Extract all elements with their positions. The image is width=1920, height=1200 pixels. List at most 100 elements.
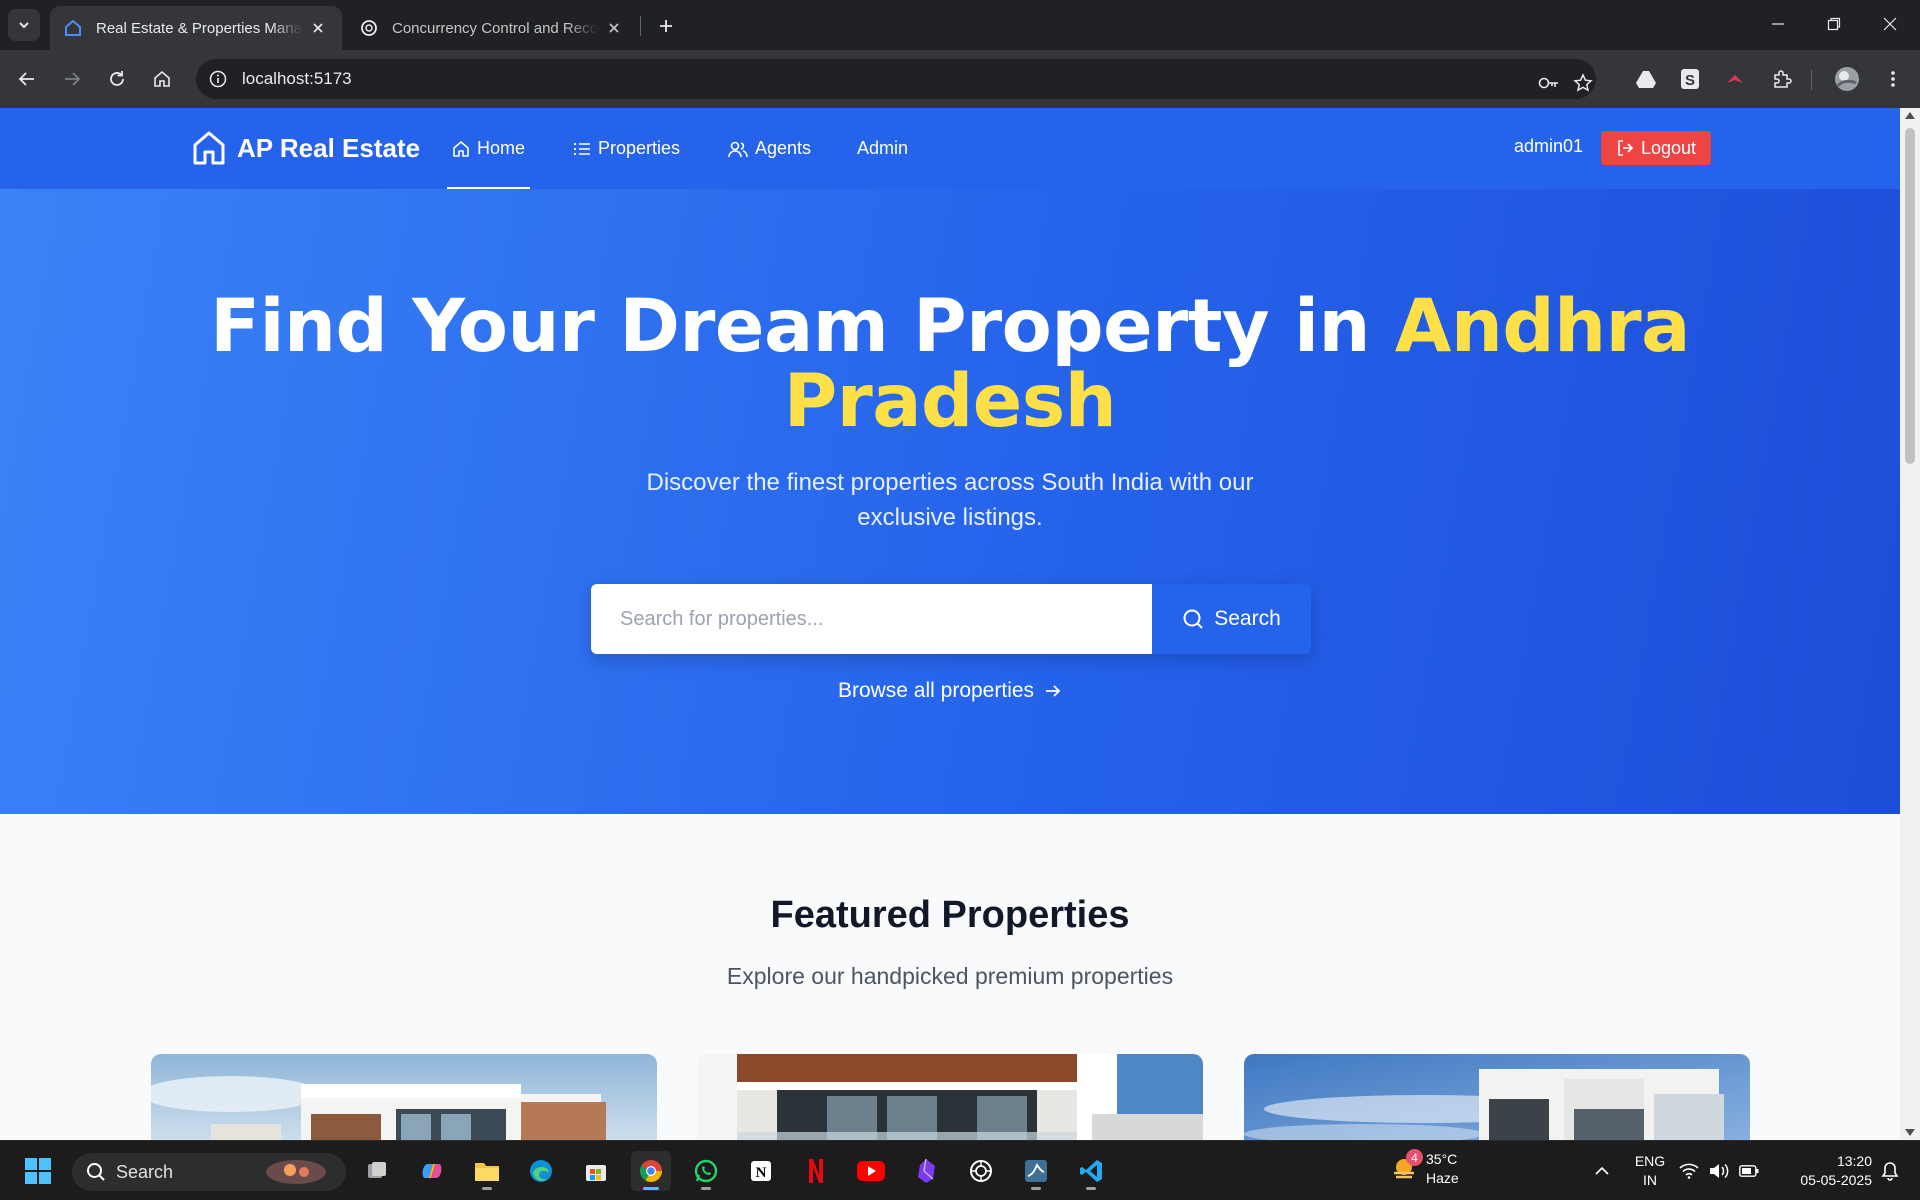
nav-admin-label: Admin	[857, 138, 909, 158]
tab-title: Real Estate & Properties Management	[96, 19, 302, 37]
extension-bird-icon[interactable]	[1720, 64, 1750, 94]
house-logo-icon	[193, 131, 225, 165]
chrome-icon[interactable]	[631, 1151, 671, 1191]
running-indicator	[482, 1187, 492, 1190]
toolbar-separator	[1811, 70, 1812, 90]
close-window-button[interactable]	[1862, 0, 1918, 48]
restore-icon	[1827, 17, 1841, 31]
nav-agents-label: Agents	[755, 138, 812, 158]
quick-settings-button[interactable]	[1677, 1151, 1761, 1191]
back-button[interactable]	[12, 64, 42, 94]
clock-time: 13:20	[1836, 1153, 1872, 1169]
netflix-icon[interactable]	[796, 1151, 836, 1191]
hero-title-highlight: Pradesh	[783, 359, 1117, 444]
list-icon	[573, 142, 590, 155]
notion-icon[interactable]: N	[741, 1151, 781, 1191]
logout-icon	[1618, 140, 1634, 156]
copilot-icon[interactable]	[412, 1151, 452, 1191]
search-button[interactable]: Search	[1152, 584, 1311, 654]
arrow-left-icon	[18, 72, 34, 86]
hero-subtitle: Discover the finest properties across So…	[646, 469, 1254, 531]
svg-text:S: S	[1685, 72, 1695, 89]
address-bar[interactable]: localhost:5173	[196, 59, 1596, 99]
weather-widget[interactable]: 4 35°C Haze	[1390, 1149, 1459, 1188]
wifi-icon	[1679, 1163, 1699, 1179]
browse-all-properties-link[interactable]: Browse all properties	[0, 679, 1900, 703]
taskbar-search-label: Search	[116, 1161, 174, 1182]
notifications-bell-icon[interactable]	[1875, 1151, 1905, 1191]
search-icon	[1183, 609, 1203, 629]
browse-link-label: Browse all properties	[837, 679, 1035, 702]
chatgpt-icon[interactable]	[961, 1151, 1001, 1191]
bookmark-star-icon[interactable]	[1568, 68, 1598, 98]
microsoft-store-icon[interactable]	[576, 1151, 616, 1191]
property-card-image[interactable]	[1244, 1054, 1750, 1140]
close-tab-icon[interactable]	[604, 18, 624, 38]
whatsapp-icon[interactable]	[686, 1151, 726, 1191]
villa-photo	[1244, 1054, 1750, 1140]
obsidian-icon[interactable]	[906, 1151, 946, 1191]
page-viewport: AP Real Estate Home Properties Agents Ad…	[0, 108, 1900, 1140]
hero-section: Find Your Dream Property in Andhra Prade…	[0, 189, 1900, 814]
search-highlight-image-icon	[266, 1160, 326, 1184]
new-tab-button[interactable]	[652, 12, 680, 40]
logout-button[interactable]: Logout	[1601, 131, 1711, 165]
chevron-up-icon	[1595, 1166, 1609, 1175]
close-tab-icon[interactable]	[308, 18, 328, 38]
scrollbar-thumb[interactable]	[1905, 128, 1915, 464]
extension-s-icon[interactable]: S	[1675, 64, 1705, 94]
edge-browser-icon[interactable]	[521, 1151, 561, 1191]
brand-logo[interactable]: AP Real Estate	[191, 130, 420, 166]
task-view-icon[interactable]	[357, 1151, 397, 1191]
property-card-image[interactable]	[697, 1054, 1203, 1140]
hero-title-main: Find Your Dream Property in	[210, 284, 1370, 369]
featured-title: Featured Properties	[770, 894, 1130, 936]
minimize-button[interactable]	[1750, 0, 1806, 48]
page-scrollbar[interactable]	[1900, 108, 1920, 1140]
input-language-indicator[interactable]: ENG IN	[1628, 1152, 1672, 1190]
show-hidden-icons-button[interactable]	[1582, 1151, 1622, 1191]
mysql-workbench-icon[interactable]	[1016, 1151, 1056, 1191]
extension-drive-icon[interactable]	[1631, 64, 1661, 94]
volume-icon	[1710, 1163, 1729, 1179]
users-icon	[728, 141, 748, 157]
vscode-icon[interactable]	[1071, 1151, 1111, 1191]
nav-properties[interactable]: Properties	[573, 108, 680, 189]
scroll-up-icon[interactable]	[1905, 112, 1915, 119]
youtube-icon[interactable]	[851, 1151, 891, 1191]
home-icon	[154, 70, 170, 87]
home-button[interactable]	[147, 64, 177, 94]
scroll-down-icon[interactable]	[1905, 1129, 1915, 1136]
region-code: IN	[1643, 1172, 1657, 1188]
hero-title-highlight: Andhra	[1394, 284, 1690, 369]
property-card-image[interactable]	[151, 1054, 657, 1140]
password-key-icon[interactable]	[1534, 68, 1564, 98]
profile-avatar[interactable]	[1832, 64, 1862, 94]
browser-tab-active[interactable]: Real Estate & Properties Management	[50, 6, 342, 50]
reload-button[interactable]	[102, 64, 132, 94]
restore-button[interactable]	[1806, 0, 1862, 48]
nav-agents[interactable]: Agents	[728, 108, 811, 189]
running-indicator	[643, 1187, 659, 1190]
clock-date: 05-05-2025	[1800, 1172, 1872, 1188]
clock[interactable]: 13:20 05-05-2025	[1782, 1152, 1872, 1190]
start-button[interactable]	[18, 1151, 58, 1191]
browser-tab[interactable]: Concurrency Control and Recovery	[346, 6, 638, 50]
nav-properties-label: Properties	[598, 138, 681, 158]
forward-button[interactable]	[57, 64, 87, 94]
site-info-icon[interactable]	[206, 67, 230, 91]
weather-condition: Haze	[1426, 1170, 1459, 1186]
file-explorer-icon[interactable]	[467, 1151, 507, 1191]
taskbar-search[interactable]: Search	[72, 1153, 346, 1191]
extensions-puzzle-icon[interactable]	[1767, 64, 1797, 94]
nav-home[interactable]: Home	[446, 108, 531, 189]
property-search-form: Search	[591, 584, 1311, 654]
nav-admin[interactable]: Admin	[857, 108, 908, 189]
more-menu-icon[interactable]	[1878, 64, 1908, 94]
windows-logo-icon	[25, 1158, 51, 1184]
tab-search-button[interactable]	[8, 9, 40, 41]
svg-text:N: N	[756, 1165, 767, 1181]
featured-subtitle: Explore our handpicked premium propertie…	[726, 963, 1174, 989]
property-search-input[interactable]	[591, 584, 1152, 654]
url-text: localhost:5173	[242, 69, 352, 88]
